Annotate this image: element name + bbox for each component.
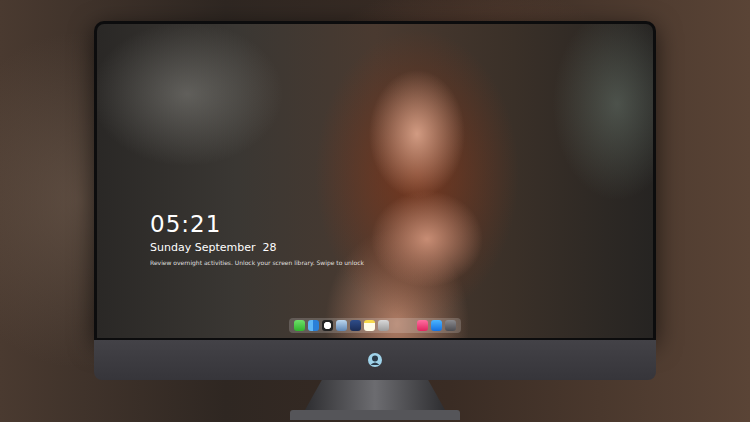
dock <box>289 318 461 333</box>
notes-icon[interactable] <box>364 320 375 331</box>
clock-date: Sunday September 28 <box>150 241 276 255</box>
finder-icon[interactable] <box>308 320 319 331</box>
lock-screen: 05:21 Sunday September 28 Review overnight… <box>97 24 653 338</box>
clock-icon[interactable] <box>322 320 333 331</box>
monitor-chin <box>94 340 656 380</box>
video-icon[interactable] <box>350 320 361 331</box>
preview-icon[interactable] <box>336 320 347 331</box>
messages-icon[interactable] <box>294 320 305 331</box>
app-store-icon[interactable] <box>431 320 442 331</box>
unlock-hint: Review overnight activities. Unlock your… <box>150 258 364 267</box>
lock-info: 05:21 Sunday September 28 Review overnight… <box>97 24 653 267</box>
monitor-base <box>290 410 460 420</box>
dock-row <box>97 318 653 338</box>
mockup-stage: 05:21 Sunday September 28 Review overnight… <box>0 0 750 422</box>
brand-logo-icon <box>367 352 383 368</box>
dock-separator <box>392 320 414 331</box>
photos-icon[interactable] <box>378 320 389 331</box>
music-icon[interactable] <box>417 320 428 331</box>
monitor: 05:21 Sunday September 28 Review overnight… <box>94 21 656 340</box>
clock-time: 05:21 <box>150 210 221 238</box>
monitor-stand <box>305 380 445 410</box>
camera-icon[interactable] <box>445 320 456 331</box>
